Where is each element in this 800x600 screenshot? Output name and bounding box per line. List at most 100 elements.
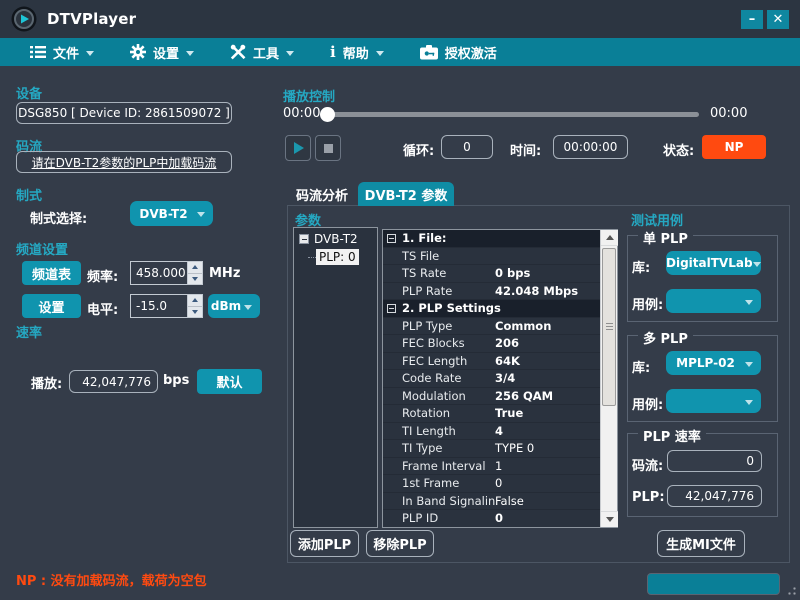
param-row[interactable]: In Band SignalinFalse — [383, 493, 600, 511]
menu-help[interactable]: i 帮助 — [330, 43, 384, 62]
param-value: Common — [495, 319, 551, 333]
progress-bar — [647, 573, 780, 595]
title-bar: DTVPlayer – ✕ — [0, 0, 800, 38]
param-group-row[interactable]: 1. File: — [383, 230, 600, 248]
frequency-unit: MHz — [209, 266, 240, 281]
frequency-stepper[interactable]: 458.000 — [130, 261, 203, 285]
standard-select-label: 制式选择: — [30, 208, 87, 227]
param-row[interactable]: Modulation256 QAM — [383, 388, 600, 406]
stop-icon — [324, 144, 333, 153]
chevron-down-icon — [244, 305, 252, 310]
default-button[interactable]: 默认 — [197, 369, 262, 394]
menu-tools[interactable]: 工具 — [230, 43, 294, 62]
resize-grip-icon[interactable] — [784, 583, 797, 596]
scrollbar-thumb[interactable] — [602, 248, 616, 406]
scroll-up-icon[interactable] — [601, 230, 618, 246]
level-unit-dropdown[interactable]: dBm — [208, 294, 260, 318]
param-row[interactable]: PLP Rate42.048 Mbps — [383, 283, 600, 301]
list-icon — [30, 45, 46, 59]
window-title: DTVPlayer — [47, 10, 136, 28]
param-row[interactable]: FEC Blocks206 — [383, 335, 600, 353]
spin-down-icon[interactable] — [188, 274, 202, 285]
loop-field[interactable]: 0 — [441, 135, 493, 159]
param-row[interactable]: PLP ID0 — [383, 510, 600, 527]
menu-settings[interactable]: 设置 — [130, 43, 194, 62]
level-stepper[interactable]: -15.0 — [130, 294, 203, 318]
collapse-icon[interactable] — [299, 234, 309, 244]
param-value: 1 — [495, 459, 502, 473]
param-row[interactable]: PLP TypeCommon — [383, 318, 600, 336]
chevron-down-icon — [186, 51, 194, 56]
tree-node-dvbt2[interactable]: DVB-T2 — [294, 228, 377, 246]
close-button[interactable]: ✕ — [767, 10, 789, 29]
remove-plp-button[interactable]: 移除PLP — [366, 530, 434, 557]
menu-file[interactable]: 文件 — [30, 43, 94, 62]
tab-dvbt2-params[interactable]: DVB-T2 参数 — [358, 182, 454, 206]
playback-heading: 播放控制 — [283, 86, 335, 105]
params-heading: 参数 — [295, 210, 321, 229]
multi-plp-title: 多 PLP — [638, 328, 693, 347]
generate-mi-button[interactable]: 生成MI文件 — [657, 530, 745, 557]
multi-case-dropdown[interactable] — [666, 389, 761, 413]
param-group-label: 1. File: — [402, 231, 447, 245]
play-button[interactable] — [285, 135, 311, 161]
param-row[interactable]: 1st Frame0 — [383, 475, 600, 493]
tree-connector — [308, 257, 316, 258]
seek-slider[interactable] — [322, 112, 699, 117]
tree-node-plp0[interactable]: PLP: 0 — [308, 249, 377, 265]
set-button[interactable]: 设置 — [22, 294, 81, 318]
status-badge[interactable]: NP — [702, 135, 766, 159]
stream-field[interactable]: 请在DVB-T2参数的PLP中加载码流 — [16, 151, 232, 173]
single-lib-label: 库: — [632, 257, 650, 276]
param-row[interactable]: TS File — [383, 248, 600, 266]
minimize-button[interactable]: – — [741, 10, 763, 29]
spin-up-icon[interactable] — [188, 262, 202, 274]
license-icon — [420, 45, 438, 60]
scroll-down-icon[interactable] — [601, 511, 618, 527]
gear-icon — [130, 44, 146, 60]
single-case-dropdown[interactable] — [666, 289, 761, 313]
param-label: FEC Blocks — [383, 336, 495, 350]
standard-dropdown[interactable]: DVB-T2 — [130, 201, 213, 226]
plp-rate-plp-field[interactable]: 42,047,776 — [667, 485, 762, 507]
param-row[interactable]: Frame Interval1 — [383, 458, 600, 476]
single-lib-dropdown[interactable]: DigitalTVLab — [666, 251, 761, 275]
time-label: 时间: — [510, 140, 541, 159]
param-row[interactable]: TI Length4 — [383, 423, 600, 441]
plp-rate-stream-field[interactable]: 0 — [667, 450, 762, 472]
param-row[interactable]: FEC Length64K — [383, 353, 600, 371]
multi-case-label: 用例: — [632, 394, 663, 413]
seek-slider-handle[interactable] — [320, 107, 335, 122]
param-row[interactable]: Code Rate3/4 — [383, 370, 600, 388]
spin-down-icon[interactable] — [188, 307, 202, 318]
collapse-box-icon[interactable] — [387, 304, 396, 313]
menu-license-activate[interactable]: 授权激活 — [420, 43, 497, 62]
param-row[interactable]: RotationTrue — [383, 405, 600, 423]
channel-heading: 频道设置 — [16, 239, 68, 258]
param-value: 256 QAM — [495, 389, 553, 403]
param-row[interactable]: TS Rate0 bps — [383, 265, 600, 283]
channel-table-button[interactable]: 频道表 — [22, 261, 81, 285]
stop-button[interactable] — [315, 135, 341, 161]
param-label: TI Type — [383, 441, 495, 455]
param-row[interactable]: TI TypeTYPE 0 — [383, 440, 600, 458]
menu-bar: 文件 设置 工具 i 帮助 授权激活 — [0, 38, 800, 66]
scrollbar[interactable] — [600, 230, 617, 527]
elapsed-time: 00:00 — [283, 106, 320, 121]
device-field[interactable]: DSG850 [ Device ID: 2861509072 ] — [16, 102, 232, 124]
collapse-box-icon[interactable] — [387, 234, 396, 243]
time-field[interactable]: 00:00:00 — [553, 135, 628, 159]
chevron-down-icon — [745, 300, 753, 305]
tab-stream-analysis[interactable]: 码流分析 — [287, 183, 357, 205]
param-value: 42.048 Mbps — [495, 284, 578, 298]
param-group-row[interactable]: 2. PLP Settings — [383, 300, 600, 318]
add-plp-button[interactable]: 添加PLP — [290, 530, 359, 557]
param-label: Rotation — [383, 406, 495, 420]
chevron-down-icon — [376, 51, 384, 56]
play-rate-field[interactable]: 42,047,776 — [69, 370, 158, 393]
param-value: 0 bps — [495, 266, 530, 280]
multi-lib-dropdown[interactable]: MPLP-02 — [666, 351, 761, 375]
spin-up-icon[interactable] — [188, 295, 202, 307]
rate-heading: 速率 — [16, 322, 42, 341]
param-label: PLP ID — [383, 511, 495, 525]
